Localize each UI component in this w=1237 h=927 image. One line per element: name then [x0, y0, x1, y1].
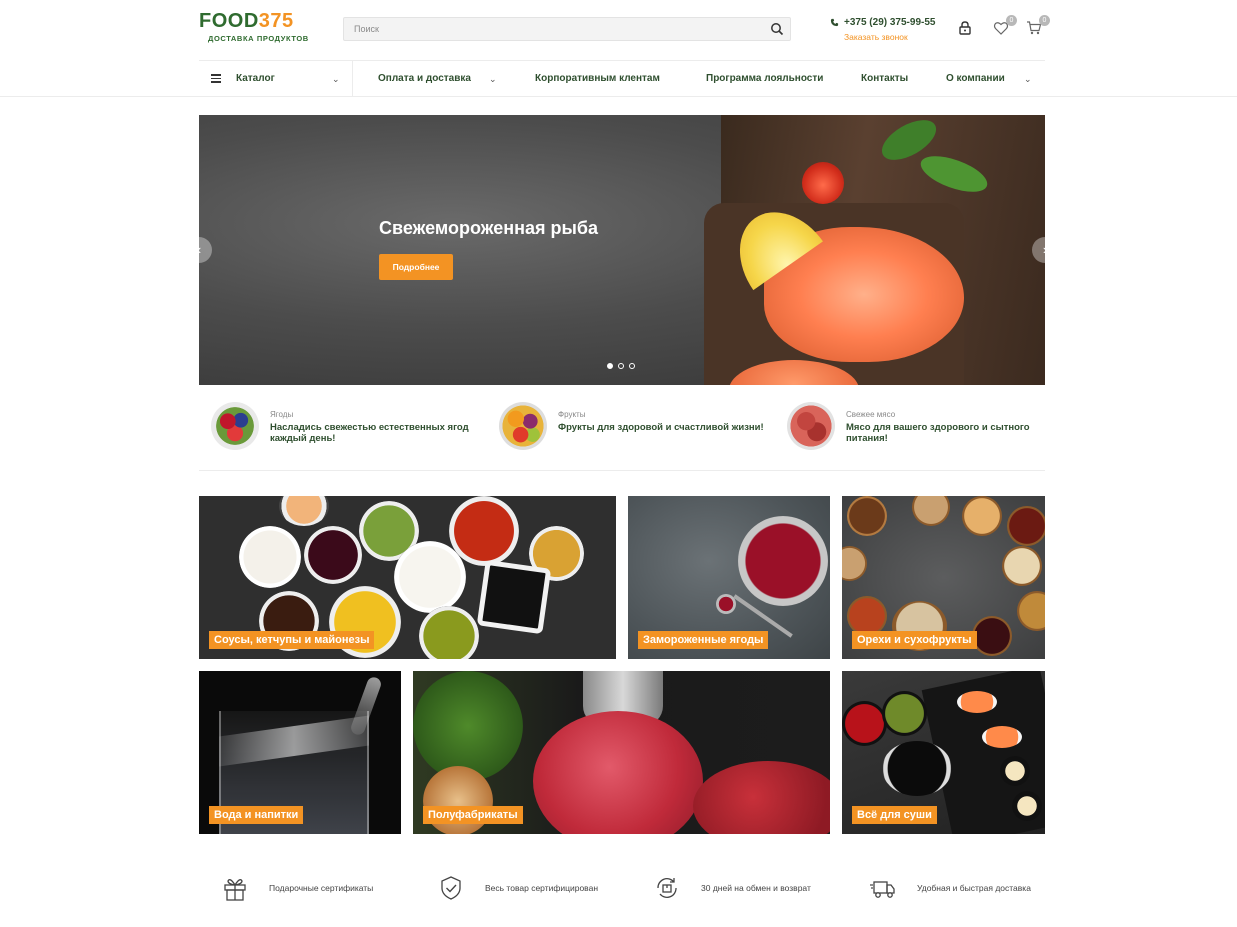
category-tile-semi-finished[interactable]: Полуфабрикаты: [413, 671, 830, 834]
category-tile-frozen-berries[interactable]: Замороженные ягоды: [628, 496, 830, 659]
logo-food: FOOD: [199, 10, 259, 32]
main-nav: Каталог ⌄ Оплата и доставка ⌄ Корпоратив…: [199, 60, 1045, 97]
slider-dot[interactable]: [607, 363, 613, 369]
phone-number: +375 (29) 375-99-55: [844, 17, 936, 28]
slider-dot[interactable]: [629, 363, 635, 369]
promo-fruits[interactable]: Фрукты Фрукты для здоровой и счастливой …: [487, 400, 767, 454]
category-label: Орехи и сухофрукты: [852, 631, 977, 649]
search-input[interactable]: [344, 18, 744, 40]
hero-title: Свежемороженная рыба: [379, 218, 599, 238]
return-box-icon: [657, 878, 677, 898]
gift-icon: [224, 879, 246, 901]
category-label: Вода и напитки: [209, 806, 304, 824]
search-icon[interactable]: [770, 22, 784, 36]
feature-return: 30 дней на обмен и возврат: [653, 873, 811, 903]
promo-category: Свежее мясо: [846, 410, 896, 419]
chevron-down-icon[interactable]: ⌄: [489, 61, 497, 97]
callback-link[interactable]: Заказать звонок: [844, 32, 935, 42]
promo-meat[interactable]: Свежее мясо Мясо для вашего здорового и …: [775, 400, 1055, 454]
phone-block: +375 (29) 375-99-55 Заказать звонок: [830, 17, 935, 42]
category-tile-sushi[interactable]: Всё для суши: [842, 671, 1045, 834]
feature-text: Подарочные сертификаты: [269, 883, 374, 893]
cart-count-badge: 0: [1039, 15, 1050, 26]
nav-bottom-border: [0, 96, 1237, 97]
promo-text: Мясо для вашего здорового и сытного пита…: [846, 422, 1030, 444]
phone-row[interactable]: +375 (29) 375-99-55: [830, 17, 935, 28]
slider-dot[interactable]: [618, 363, 624, 369]
logo-wordmark: FOOD375: [199, 11, 319, 31]
logo-subtitle: ДОСТАВКА ПРОДУКТОВ: [208, 34, 309, 43]
hero-more-button[interactable]: Подробнее: [379, 254, 453, 280]
feature-certified: Весь товар сертифицирован: [437, 873, 598, 903]
promo-text: Фрукты для здоровой и счастливой жизни!: [558, 422, 764, 433]
slider-prev-arrow-icon[interactable]: ‹: [199, 237, 212, 263]
promo-category: Ягоды: [270, 410, 294, 419]
berries-image: [211, 402, 259, 450]
promo-text: Насладись свежестью естественных ягод ка…: [270, 422, 469, 444]
tomato: [802, 162, 844, 204]
favorites-button[interactable]: 0: [993, 15, 1017, 36]
hero-slider: Свежемороженная рыба Подробнее ‹ ›: [199, 115, 1045, 385]
nav-corporate[interactable]: Корпоративным клентам: [535, 61, 660, 97]
category-label: Соусы, кетчупы и майонезы: [209, 631, 375, 649]
category-tile-water[interactable]: Вода и напитки: [199, 671, 401, 834]
nav-loyalty[interactable]: Программа лояльности: [706, 61, 823, 97]
nav-contacts[interactable]: Контакты: [861, 61, 908, 97]
promo-divider: [199, 470, 1045, 471]
favorites-count-badge: 0: [1006, 15, 1017, 26]
category-tile-sauces[interactable]: Соусы, кетчупы и майонезы: [199, 496, 616, 659]
meat-image: [787, 402, 835, 450]
delivery-truck-icon: [870, 881, 895, 898]
category-label: Замороженные ягоды: [638, 631, 769, 649]
chevron-down-icon[interactable]: ⌄: [332, 61, 340, 97]
search-box: [343, 17, 791, 41]
chevron-down-icon[interactable]: ⌄: [1024, 61, 1032, 97]
fruits-image: [499, 402, 547, 450]
site-logo[interactable]: FOOD375 ДОСТАВКА ПРОДУКТОВ: [199, 11, 319, 45]
header: FOOD375 ДОСТАВКА ПРОДУКТОВ +375 (29) 375…: [0, 0, 1237, 60]
feature-text: Весь товар сертифицирован: [485, 883, 599, 893]
feature-text: 30 дней на обмен и возврат: [701, 883, 811, 893]
cart-button[interactable]: 0: [1026, 15, 1050, 36]
promo-row: Ягоды Насладись свежестью естественных я…: [199, 400, 1045, 470]
category-tile-nuts[interactable]: Орехи и сухофрукты: [842, 496, 1045, 659]
lock-icon[interactable]: [957, 20, 973, 36]
slider-dots: [607, 363, 635, 369]
nav-about[interactable]: О компании: [946, 61, 1005, 97]
nav-catalog[interactable]: Каталог: [236, 61, 275, 97]
logo-number: 375: [258, 10, 294, 32]
promo-berries[interactable]: Ягоды Насладись свежестью естественных я…: [199, 400, 479, 454]
phone-icon: [830, 18, 839, 27]
nav-divider: [352, 61, 353, 97]
feature-gift-certificates: Подарочные сертификаты: [221, 873, 373, 903]
nav-payment-delivery[interactable]: Оплата и доставка: [378, 61, 471, 97]
feature-delivery: Удобная и быстрая доставка: [869, 873, 1031, 903]
category-label: Всё для суши: [852, 806, 937, 824]
promo-category: Фрукты: [558, 410, 586, 419]
menu-burger-icon[interactable]: [211, 74, 221, 83]
feature-text: Удобная и быстрая доставка: [917, 883, 1031, 893]
category-label: Полуфабрикаты: [423, 806, 523, 824]
shield-check-icon: [441, 876, 461, 900]
